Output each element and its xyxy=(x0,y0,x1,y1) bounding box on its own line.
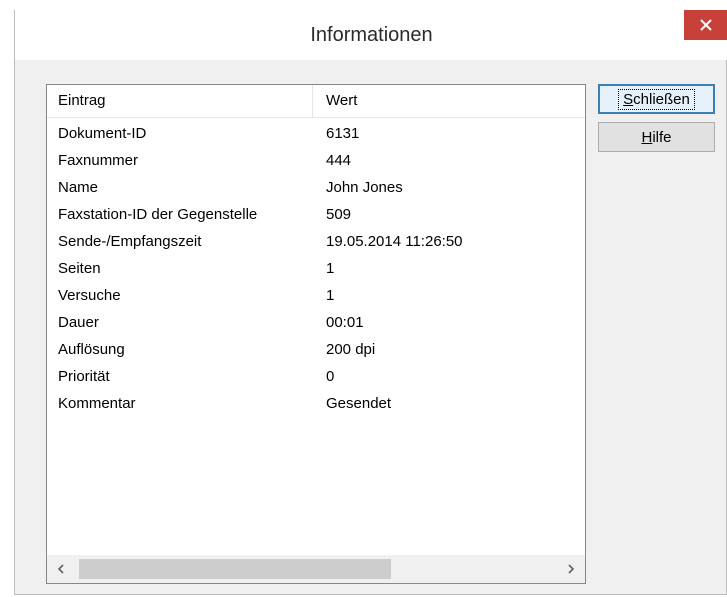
list-item[interactable]: Faxnummer 444 xyxy=(47,147,585,174)
window-close-button[interactable] xyxy=(684,10,727,40)
scrollbar-thumb[interactable] xyxy=(79,559,391,579)
entry-value: 1 xyxy=(326,287,335,304)
entry-value: 200 dpi xyxy=(326,341,376,358)
list-header: Eintrag Wert xyxy=(47,85,585,118)
hilfe-button[interactable]: Hilfe xyxy=(598,122,715,152)
list-item[interactable]: Seiten 1 xyxy=(47,255,585,282)
chevron-left-icon xyxy=(57,564,64,574)
entry-key: Versuche xyxy=(58,287,121,304)
list-item[interactable]: Priorität 0 xyxy=(47,363,585,390)
entry-key: Sende-/Empfangszeit xyxy=(58,233,202,250)
schliessen-button-label: Schließen xyxy=(618,88,695,110)
info-list[interactable]: Eintrag Wert Dokument-ID 6131 Faxnummer … xyxy=(46,84,586,584)
horizontal-scrollbar[interactable] xyxy=(47,555,585,583)
title-bar[interactable]: Informationen xyxy=(15,10,727,60)
entry-value: John Jones xyxy=(326,179,403,196)
schliessen-button[interactable]: Schließen xyxy=(598,84,715,114)
list-item[interactable]: Dokument-ID 6131 xyxy=(47,120,585,147)
scroll-left-button[interactable] xyxy=(47,555,75,583)
column-header-eintrag[interactable]: Eintrag xyxy=(47,85,313,117)
entry-key: Kommentar xyxy=(58,395,136,412)
entry-key: Seiten xyxy=(58,260,101,277)
entry-value: 19.05.2014 11:26:50 xyxy=(326,233,463,250)
column-header-wert[interactable]: Wert xyxy=(313,85,585,117)
entry-key: Priorität xyxy=(58,368,110,385)
entry-key: Auflösung xyxy=(58,341,125,358)
list-item[interactable]: Kommentar Gesendet xyxy=(47,390,585,417)
entry-key: Dauer xyxy=(58,314,99,331)
window-title: Informationen xyxy=(310,24,433,46)
list-item[interactable]: Sende-/Empfangszeit 19.05.2014 11:26:50 xyxy=(47,228,585,255)
chevron-right-icon xyxy=(568,564,575,574)
entry-key: Faxstation-ID der Gegenstelle xyxy=(58,206,258,223)
entry-value: 444 xyxy=(326,152,352,169)
hilfe-button-label: Hilfe xyxy=(641,128,672,146)
entry-value: 1 xyxy=(326,260,335,277)
entry-value: 0 xyxy=(326,368,335,385)
list-item[interactable]: Faxstation-ID der Gegenstelle 509 xyxy=(47,201,585,228)
entry-value: 509 xyxy=(326,206,352,223)
list-item[interactable]: Versuche 1 xyxy=(47,282,585,309)
close-icon xyxy=(700,19,712,31)
entry-key: Name xyxy=(58,179,99,196)
entry-value: 6131 xyxy=(326,125,360,142)
dialog-client-area: Eintrag Wert Dokument-ID 6131 Faxnummer … xyxy=(15,60,726,594)
entry-key: Dokument-ID xyxy=(58,125,147,142)
list-item[interactable]: Auflösung 200 dpi xyxy=(47,336,585,363)
informationen-dialog: Informationen Eintrag Wert Dokument-ID 6… xyxy=(14,10,727,595)
list-item[interactable]: Dauer 00:01 xyxy=(47,309,585,336)
list-item[interactable]: Name John Jones xyxy=(47,174,585,201)
scroll-right-button[interactable] xyxy=(557,555,585,583)
entry-value: 00:01 xyxy=(326,314,364,331)
list-rows: Dokument-ID 6131 Faxnummer 444 Name John… xyxy=(47,120,585,417)
entry-value: Gesendet xyxy=(326,395,392,412)
entry-key: Faxnummer xyxy=(58,152,139,169)
